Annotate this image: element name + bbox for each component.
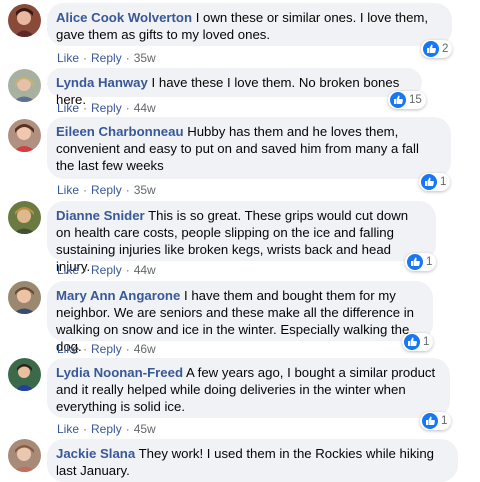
like-button[interactable]: Like <box>57 101 79 115</box>
comment-timestamp[interactable]: 46w <box>134 342 156 356</box>
reaction-count-number: 15 <box>409 94 422 106</box>
reaction-count[interactable]: 1 <box>402 333 434 351</box>
like-reaction-icon <box>421 174 437 190</box>
comment-author[interactable]: Mary Ann Angarone <box>56 288 180 303</box>
comment-timestamp[interactable]: 45w <box>134 422 156 436</box>
reaction-count-number: 1 <box>423 336 430 348</box>
like-reaction-icon <box>407 254 423 270</box>
separator-dot: · <box>125 101 130 115</box>
avatar[interactable] <box>8 4 41 37</box>
separator-dot: · <box>125 183 130 197</box>
like-button[interactable]: Like <box>57 342 79 356</box>
comment-actions: Like · Reply · 44w <box>57 101 156 115</box>
comment-actions: Like · Reply · 44w <box>57 263 156 277</box>
like-button[interactable]: Like <box>57 51 79 65</box>
separator-dot: · <box>125 51 130 65</box>
comment-author[interactable]: Eileen Charbonneau <box>56 124 184 139</box>
reaction-count-number: 2 <box>442 43 449 55</box>
like-reaction-icon <box>404 334 420 350</box>
separator-dot: · <box>125 342 130 356</box>
avatar[interactable] <box>8 439 41 472</box>
comment-bubble: Dianne Snider This is so great. These gr… <box>47 201 436 274</box>
reaction-count[interactable]: 15 <box>388 91 426 109</box>
reaction-count[interactable]: 1 <box>405 253 437 271</box>
separator-dot: · <box>83 422 88 436</box>
reply-button[interactable]: Reply <box>91 342 122 356</box>
separator-dot: · <box>83 101 88 115</box>
comment-bubble: Eileen Charbonneau Hubby has them and he… <box>47 117 451 179</box>
reaction-count-number: 1 <box>441 415 448 427</box>
comment-bubble: Jackie Slana They work! I used them in t… <box>47 439 458 482</box>
reply-button[interactable]: Reply <box>91 51 122 65</box>
reaction-count[interactable]: 2 <box>421 40 453 58</box>
comment-timestamp[interactable]: 44w <box>134 263 156 277</box>
comment-author[interactable]: Alice Cook Wolverton <box>56 10 192 25</box>
reaction-count[interactable]: 1 <box>419 173 451 191</box>
comment-bubble: Lynda Hanway I have these I love them. N… <box>47 68 422 107</box>
comment-timestamp[interactable]: 35w <box>134 183 156 197</box>
comment-bubble: Lydia Noonan-Freed A few years ago, I bo… <box>47 358 450 418</box>
comment-actions: Like · Reply · 35w <box>57 183 156 197</box>
comment-author[interactable]: Dianne Snider <box>56 208 145 223</box>
avatar[interactable] <box>8 201 41 234</box>
comment-actions: Like · Reply · 45w <box>57 422 156 436</box>
like-button[interactable]: Like <box>57 263 79 277</box>
avatar[interactable] <box>8 358 41 391</box>
separator-dot: · <box>125 263 130 277</box>
like-reaction-icon <box>390 92 406 108</box>
comment-author[interactable]: Lynda Hanway <box>56 75 148 90</box>
comment-bubble: Mary Ann Angarone I have them and bought… <box>47 281 433 354</box>
comment-timestamp[interactable]: 35w <box>134 51 156 65</box>
comment-actions: Like · Reply · 35w <box>57 51 156 65</box>
reply-button[interactable]: Reply <box>91 183 122 197</box>
like-button[interactable]: Like <box>57 183 79 197</box>
reaction-count-number: 1 <box>426 256 433 268</box>
reply-button[interactable]: Reply <box>91 422 122 436</box>
comment-bubble: Alice Cook Wolverton I own these or simi… <box>47 3 452 46</box>
like-reaction-icon <box>422 413 438 429</box>
comment-actions: Like · Reply · 46w <box>57 342 156 356</box>
separator-dot: · <box>83 263 88 277</box>
like-button[interactable]: Like <box>57 422 79 436</box>
reply-button[interactable]: Reply <box>91 263 122 277</box>
like-reaction-icon <box>423 41 439 57</box>
comment-author[interactable]: Jackie Slana <box>56 446 135 461</box>
comment-author[interactable]: Lydia Noonan-Freed <box>56 365 183 380</box>
avatar[interactable] <box>8 119 41 152</box>
separator-dot: · <box>125 422 130 436</box>
reaction-count[interactable]: 1 <box>420 412 452 430</box>
separator-dot: · <box>83 183 88 197</box>
avatar[interactable] <box>8 281 41 314</box>
separator-dot: · <box>83 51 88 65</box>
separator-dot: · <box>83 342 88 356</box>
comment-timestamp[interactable]: 44w <box>134 101 156 115</box>
avatar[interactable] <box>8 69 41 102</box>
reaction-count-number: 1 <box>440 176 447 188</box>
reply-button[interactable]: Reply <box>91 101 122 115</box>
